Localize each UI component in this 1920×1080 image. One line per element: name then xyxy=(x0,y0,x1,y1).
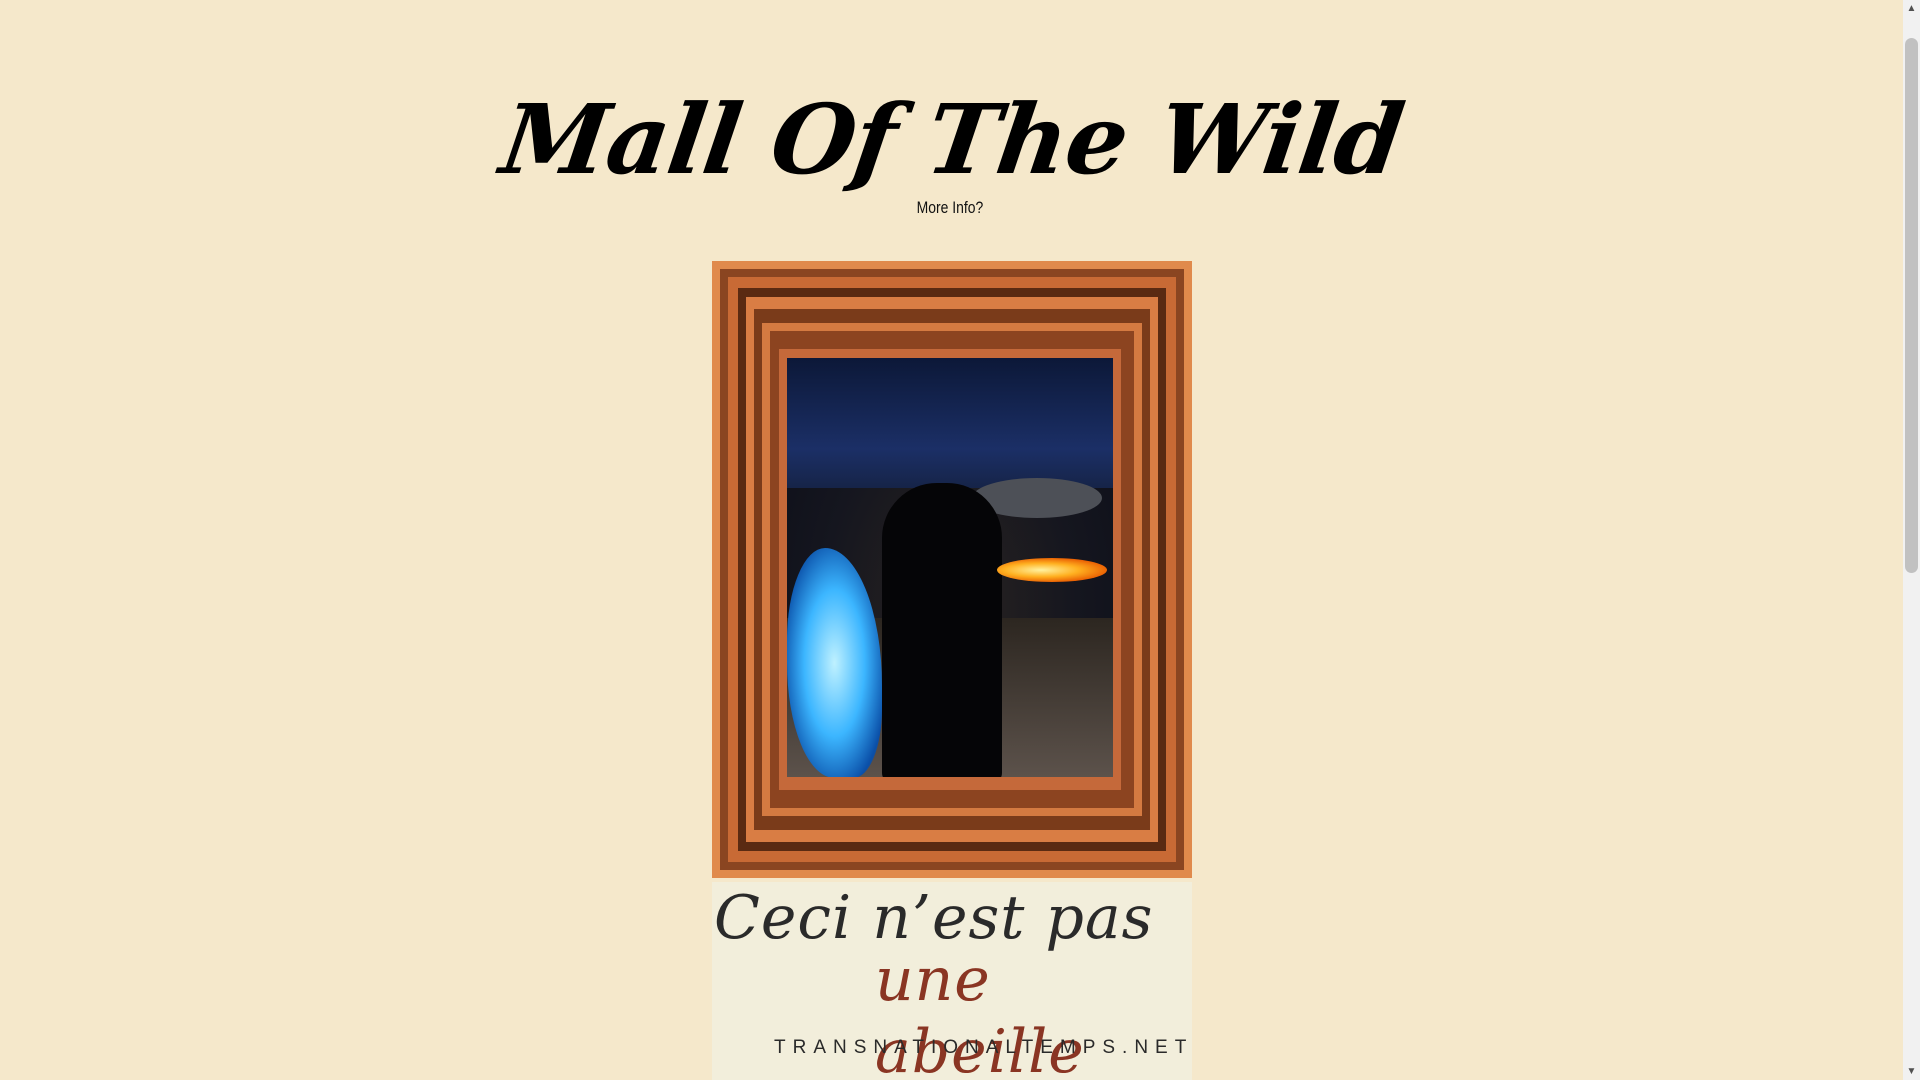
page: Mall Of The Wild More Info? Ceci n’est p… xyxy=(0,0,1920,1080)
caption-url: TRANSNATIONALTEMPS.NET xyxy=(774,1037,1194,1058)
scrollbar-thumb[interactable] xyxy=(1905,38,1918,573)
caption-card: Ceci n’est pas une abeille TRANSNATIONAL… xyxy=(712,882,1192,1080)
fire-breath-flame xyxy=(997,558,1107,582)
scroll-up-arrow-icon[interactable]: ▲ xyxy=(1903,0,1920,17)
caption-line-2: une abeille xyxy=(875,945,1085,1080)
scroll-down-arrow-icon[interactable]: ▼ xyxy=(1903,1063,1920,1080)
picture-frame xyxy=(712,261,1192,878)
blue-flame-wing xyxy=(787,548,882,777)
more-info-link[interactable]: More Info? xyxy=(171,198,1729,218)
painting-child-silhouette xyxy=(882,483,1002,777)
painting-image xyxy=(787,358,1113,777)
painting-couch xyxy=(787,358,1113,488)
vertical-scrollbar[interactable]: ▲ ▼ xyxy=(1903,0,1920,1080)
site-title: Mall Of The Wild xyxy=(494,83,1410,197)
